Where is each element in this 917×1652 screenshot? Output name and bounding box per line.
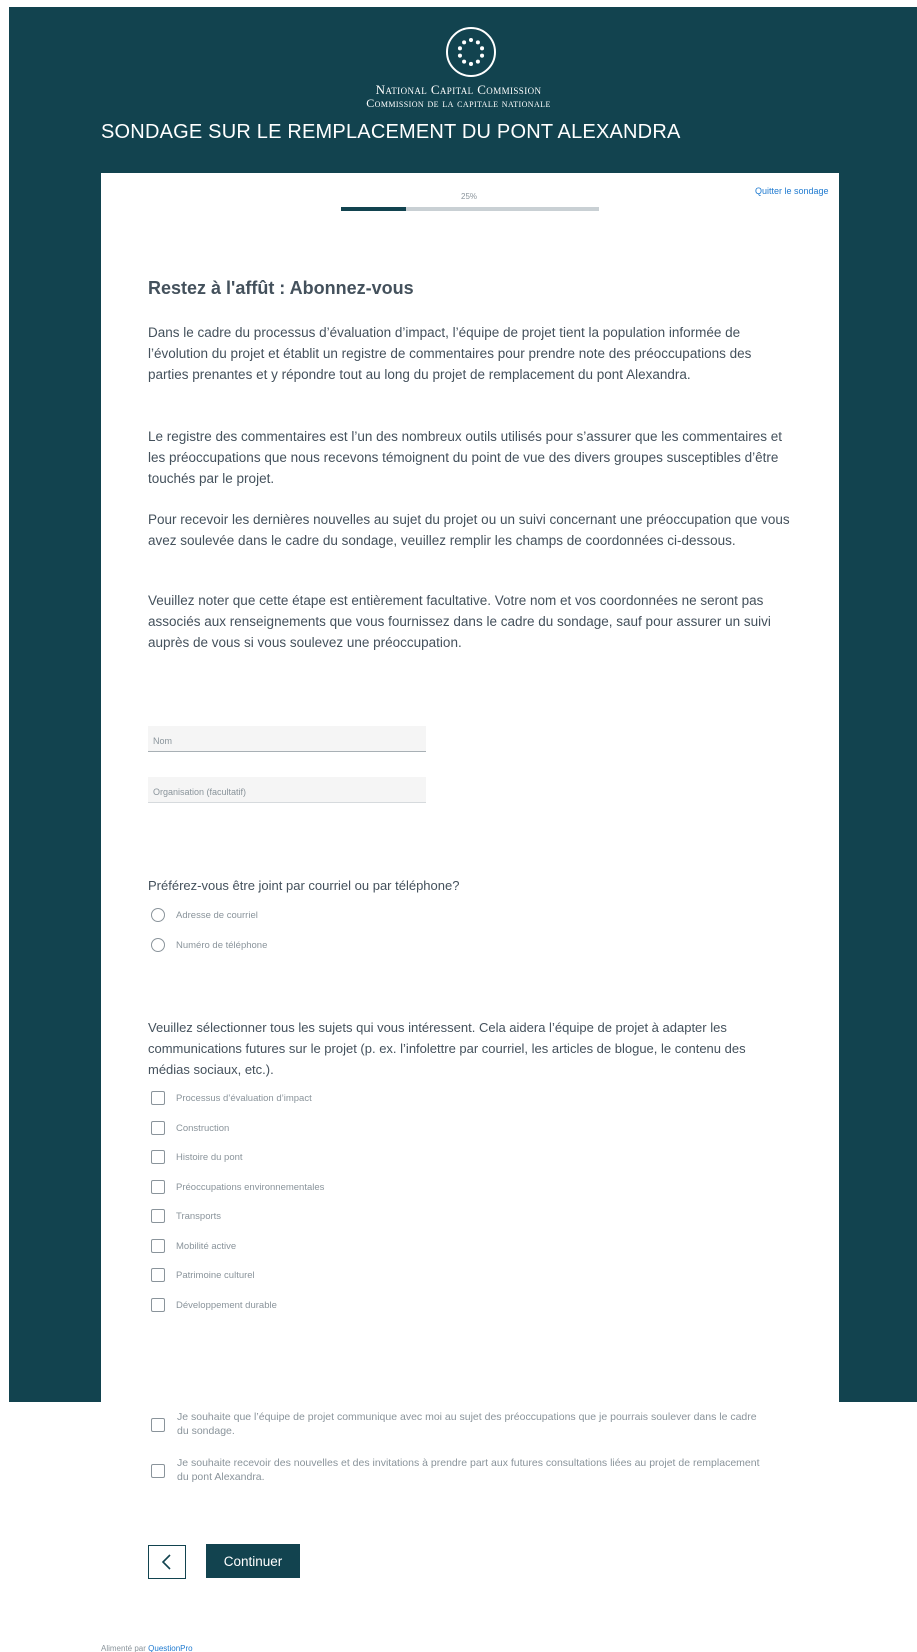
quit-survey-link[interactable]: Quitter le sondage (755, 186, 829, 196)
checkbox[interactable] (151, 1464, 165, 1478)
consent-follow-up[interactable]: Je souhaite que l’équipe de projet commu… (151, 1410, 771, 1438)
consent-label: Je souhaite que l’équipe de projet commu… (177, 1411, 757, 1437)
topics-question: Veuillez sélectionner tous les sujets qu… (148, 1020, 746, 1077)
powered-by-text: Alimenté par (101, 1644, 146, 1652)
option-label: Transports (176, 1210, 222, 1222)
option-label: Mobilité active (176, 1240, 237, 1252)
survey-title: SONDAGE SUR LE REMPLACEMENT DU PONT ALEX… (101, 121, 681, 143)
contact-option-phone[interactable]: Numéro de téléphone (151, 938, 267, 952)
radio-button[interactable] (151, 908, 165, 922)
option-label: Construction (176, 1122, 230, 1134)
questionpro-link[interactable]: QuestionPro (148, 1644, 192, 1652)
topic-option-impact-assessment[interactable]: Processus d’évaluation d’impact (151, 1091, 312, 1105)
checkbox[interactable] (151, 1180, 165, 1194)
option-label: Développement durable (176, 1299, 277, 1311)
checkbox[interactable] (151, 1091, 165, 1105)
consent-label: Je souhaite recevoir des nouvelles et de… (177, 1457, 760, 1483)
option-label: Préoccupations environnementales (176, 1181, 325, 1193)
option-label: Processus d’évaluation d’impact (176, 1092, 312, 1104)
footer-powered-by: Alimenté par QuestionPro (101, 1644, 193, 1652)
contact-preference-question: Préférez-vous être joint par courriel ou… (148, 878, 460, 893)
ncc-logo-icon (446, 27, 496, 77)
organization-input[interactable] (148, 777, 426, 803)
topic-option-sustainable-development[interactable]: Développement durable (151, 1298, 277, 1312)
checkbox[interactable] (151, 1121, 165, 1135)
intro-paragraph-3: Pour recevoir les dernières nouvelles au… (148, 512, 790, 548)
option-label: Histoire du pont (176, 1151, 243, 1163)
option-label: Numéro de téléphone (176, 939, 268, 951)
checkbox[interactable] (151, 1150, 165, 1164)
org-name-fr: Commission de la capitale nationale (366, 96, 551, 110)
intro-paragraph-2: Le registre des commentaires est l’un de… (148, 429, 783, 486)
topic-option-environment[interactable]: Préoccupations environnementales (151, 1180, 324, 1194)
progress-bar-fill (341, 207, 406, 211)
option-label: Patrimoine culturel (176, 1269, 255, 1281)
page-heading: Restez à l'affût : Abonnez-vous (148, 278, 414, 298)
name-input[interactable] (148, 726, 426, 752)
topic-option-active-mobility[interactable]: Mobilité active (151, 1239, 236, 1253)
checkbox[interactable] (151, 1268, 165, 1282)
consent-news-invitations[interactable]: Je souhaite recevoir des nouvelles et de… (151, 1456, 771, 1484)
topic-option-cultural-heritage[interactable]: Patrimoine culturel (151, 1268, 255, 1282)
checkbox[interactable] (151, 1298, 165, 1312)
back-button[interactable] (148, 1545, 186, 1579)
radio-button[interactable] (151, 938, 165, 952)
checkbox[interactable] (151, 1209, 165, 1223)
chevron-left-icon (161, 1554, 171, 1570)
intro-paragraph-1: Dans le cadre du processus d’évaluation … (148, 325, 752, 382)
progress-bar (341, 207, 599, 211)
option-label: Adresse de courriel (176, 909, 258, 921)
topic-option-transportation[interactable]: Transports (151, 1209, 221, 1223)
topic-option-construction[interactable]: Construction (151, 1121, 229, 1135)
contact-option-email[interactable]: Adresse de courriel (151, 908, 258, 922)
intro-paragraph-4: Veuillez noter que cette étape est entiè… (148, 593, 771, 650)
checkbox[interactable] (151, 1239, 165, 1253)
continue-button[interactable]: Continuer (206, 1544, 300, 1578)
topic-option-bridge-history[interactable]: Histoire du pont (151, 1150, 243, 1164)
checkbox[interactable] (151, 1418, 165, 1432)
progress-label: 25% (461, 192, 478, 201)
